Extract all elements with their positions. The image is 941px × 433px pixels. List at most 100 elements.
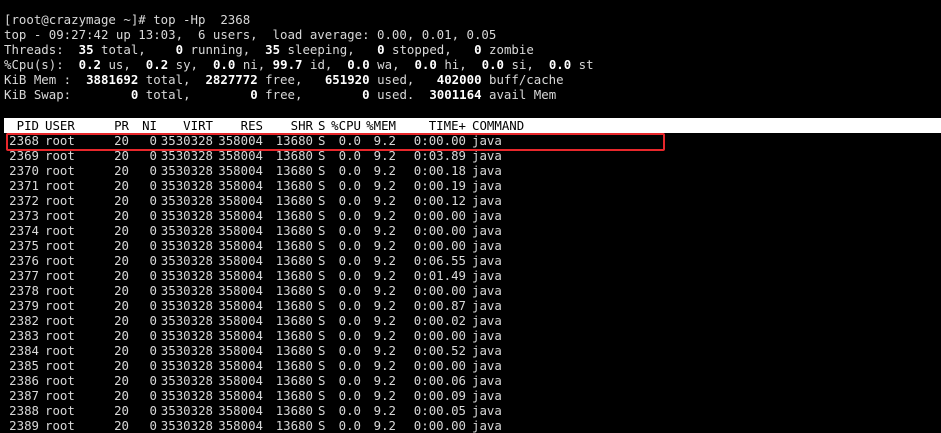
cell-time: 0:06.55: [413, 253, 466, 268]
cell-virt: 3530328: [160, 418, 213, 433]
col-header-pid: PID: [16, 118, 39, 133]
cpu-sy-label: sy,: [175, 57, 199, 72]
cell-user: root: [45, 403, 75, 418]
cell-cpu: 0.0: [338, 163, 361, 178]
cell-ni: 0: [149, 373, 157, 388]
table-row: 2376 root 20 0 3530328 358004 13680 S 0.0 9.2 0:06…: [0, 253, 941, 268]
cell-command: java: [472, 208, 502, 223]
cell-res: 358004: [218, 178, 263, 193]
cell-cpu: 0.0: [338, 193, 361, 208]
cell-pr: 20: [114, 388, 129, 403]
swap-used-label: used.: [377, 87, 415, 102]
cell-command: java: [472, 223, 502, 238]
cell-s: S: [318, 298, 326, 313]
cell-pr: 20: [114, 223, 129, 238]
cell-virt: 3530328: [160, 388, 213, 403]
cell-pr: 20: [114, 163, 129, 178]
cell-s: S: [318, 283, 326, 298]
cell-ni: 0: [149, 253, 157, 268]
mem-buff-label: buff/cache: [489, 72, 564, 87]
cell-mem: 9.2: [373, 403, 396, 418]
cell-cpu: 0.0: [338, 208, 361, 223]
cell-pr: 20: [114, 283, 129, 298]
col-header-mem: %MEM: [366, 118, 396, 133]
cell-pr: 20: [114, 373, 129, 388]
table-row: 2383 root 20 0 3530328 358004 13680 S 0.0 9.2 0:00…: [0, 328, 941, 343]
cell-s: S: [318, 373, 326, 388]
col-header-user: USER: [45, 118, 75, 133]
cell-shr: 13680: [275, 193, 313, 208]
swap-avail-label: avail Mem: [489, 87, 557, 102]
cell-user: root: [45, 298, 75, 313]
cell-cpu: 0.0: [338, 418, 361, 433]
cpu-st-label: st: [578, 57, 594, 72]
cell-mem: 9.2: [373, 418, 396, 433]
cell-ni: 0: [149, 418, 157, 433]
cell-time: 0:00.00: [413, 283, 466, 298]
cell-cpu: 0.0: [338, 268, 361, 283]
swap-line: KiB Swap: 0 total, 0 free, 0 used. 30011…: [4, 87, 556, 102]
cell-res: 358004: [218, 208, 263, 223]
swap-avail: 3001164: [429, 87, 482, 102]
cell-user: root: [45, 283, 75, 298]
cell-ni: 0: [149, 223, 157, 238]
cell-s: S: [318, 178, 326, 193]
cell-shr: 13680: [275, 358, 313, 373]
cell-command: java: [472, 193, 502, 208]
threads-running: 0: [175, 42, 184, 57]
terminal-window[interactable]: { "prompt": { "text": "[root@crazymage ~…: [0, 0, 941, 433]
cell-shr: 13680: [275, 343, 313, 358]
cell-s: S: [318, 193, 326, 208]
cell-shr: 13680: [275, 163, 313, 178]
cell-time: 0:00.00: [413, 223, 466, 238]
cell-command: java: [472, 178, 502, 193]
cell-pr: 20: [114, 193, 129, 208]
cpu-st: 0.0: [548, 57, 572, 72]
mem-free-label: free,: [265, 72, 303, 87]
table-row: 2377 root 20 0 3530328 358004 13680 S 0.0 9.2 0:01…: [0, 268, 941, 283]
cell-s: S: [318, 328, 326, 343]
table-row: 2379 root 20 0 3530328 358004 13680 S 0.0 9.2 0:00…: [0, 298, 941, 313]
threads-zombie-label: zombie: [489, 42, 534, 57]
cpu-si: 0.0: [481, 57, 505, 72]
cpu-id-label: id,: [309, 57, 333, 72]
cell-ni: 0: [149, 388, 157, 403]
cell-mem: 9.2: [373, 223, 396, 238]
threads-sleeping-label: sleeping,: [287, 42, 355, 57]
cell-res: 358004: [218, 313, 263, 328]
cell-virt: 3530328: [160, 298, 213, 313]
threads-label: Threads:: [4, 42, 64, 57]
swap-free-label: free,: [265, 87, 303, 102]
cell-ni: 0: [149, 298, 157, 313]
cell-ni: 0: [149, 328, 157, 343]
cell-user: root: [45, 208, 75, 223]
cell-virt: 3530328: [160, 343, 213, 358]
cell-time: 0:00.00: [413, 418, 466, 433]
cell-shr: 13680: [275, 418, 313, 433]
cell-pr: 20: [114, 328, 129, 343]
cell-time: 0:00.02: [413, 313, 466, 328]
cpu-wa: 0.0: [347, 57, 370, 72]
col-header-s: S: [318, 118, 326, 133]
cell-virt: 3530328: [160, 358, 213, 373]
table-row: 2375 root 20 0 3530328 358004 13680 S 0.0 9.2 0:00…: [0, 238, 941, 253]
cell-cpu: 0.0: [338, 253, 361, 268]
cpu-us-label: us,: [108, 57, 131, 72]
cell-pr: 20: [114, 298, 129, 313]
cell-res: 358004: [218, 238, 263, 253]
cell-s: S: [318, 418, 326, 433]
threads-stopped: 0: [377, 42, 385, 57]
cell-shr: 13680: [275, 373, 313, 388]
cell-s: S: [318, 403, 326, 418]
cell-mem: 9.2: [373, 163, 396, 178]
cell-res: 358004: [218, 373, 263, 388]
cell-virt: 3530328: [160, 373, 213, 388]
cell-ni: 0: [149, 283, 157, 298]
cell-res: 358004: [218, 268, 263, 283]
cell-pr: 20: [114, 208, 129, 223]
cell-pid: 2382: [9, 313, 39, 328]
threads-stopped-label: stopped,: [392, 42, 452, 57]
cell-user: root: [45, 373, 75, 388]
cell-ni: 0: [149, 358, 157, 373]
cell-virt: 3530328: [160, 313, 213, 328]
